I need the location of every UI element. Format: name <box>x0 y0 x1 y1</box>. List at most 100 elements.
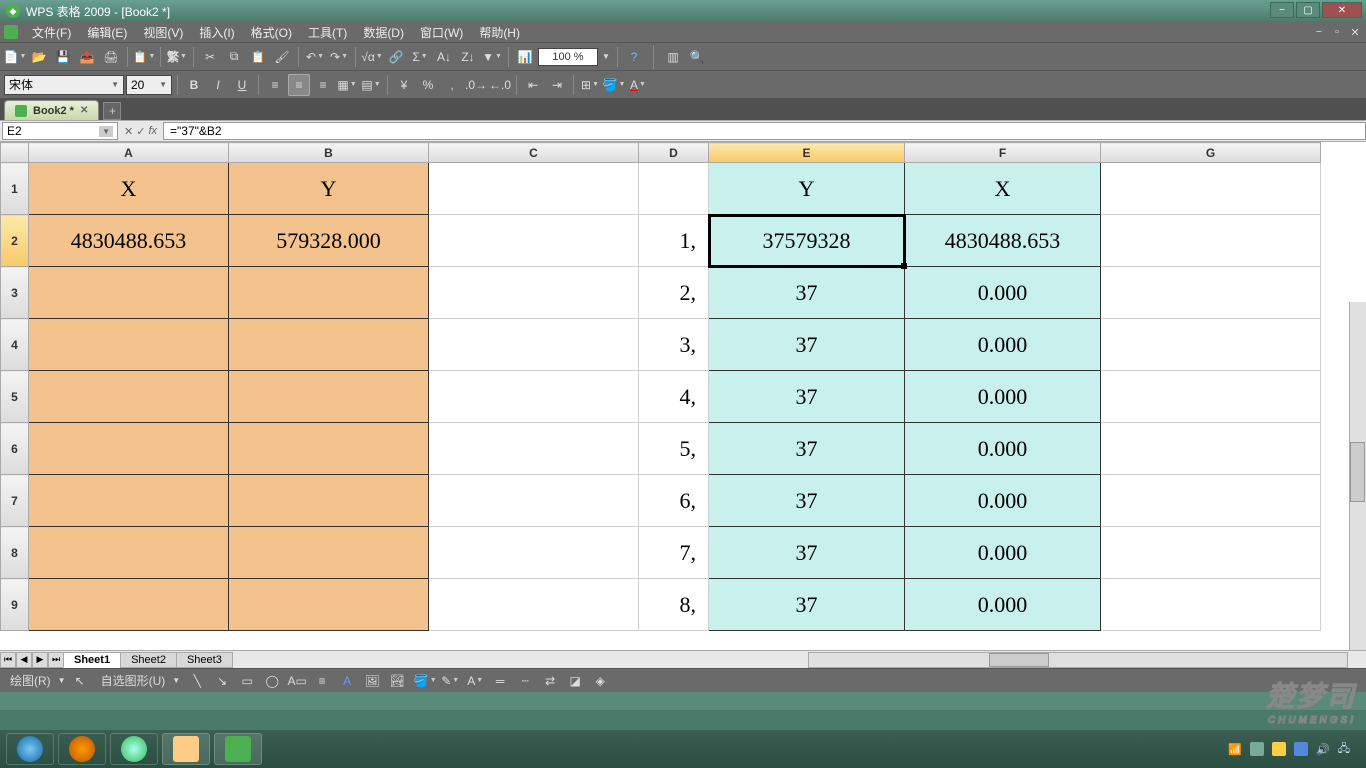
accept-formula-icon[interactable]: ✓ <box>136 125 145 138</box>
maximize-button[interactable]: ▢ <box>1296 2 1320 18</box>
increase-indent-button[interactable]: ⇥ <box>546 74 568 96</box>
dash-style-icon[interactable]: ┄ <box>514 670 536 692</box>
hyperlink-button[interactable]: 🔗 <box>385 46 407 68</box>
cell-F8[interactable]: 0.000 <box>905 527 1101 579</box>
cell-B2[interactable]: 579328.000 <box>229 215 429 267</box>
row-header-8[interactable]: 8 <box>1 527 29 579</box>
row-header-4[interactable]: 4 <box>1 319 29 371</box>
cell-G9[interactable] <box>1101 579 1321 631</box>
menu-tools[interactable]: 工具(T) <box>300 24 355 41</box>
cell-F6[interactable]: 0.000 <box>905 423 1101 475</box>
add-tab-button[interactable]: + <box>103 102 121 120</box>
export-button[interactable]: 📤 <box>76 46 98 68</box>
cell-E1[interactable]: Y <box>709 163 905 215</box>
cell-D7[interactable]: 6, <box>639 475 709 527</box>
cell-B9[interactable] <box>229 579 429 631</box>
align-right-button[interactable]: ≡ <box>312 74 334 96</box>
cell-C7[interactable] <box>429 475 639 527</box>
formula-input[interactable]: ="37"&B2 <box>163 122 1366 140</box>
namebox-drop-icon[interactable]: ▼ <box>99 126 113 137</box>
increase-decimal-button[interactable]: .0→ <box>465 74 487 96</box>
fill-shape-icon[interactable]: 🪣▼ <box>414 670 436 692</box>
cell-D6[interactable]: 5, <box>639 423 709 475</box>
font-color-button[interactable]: A▼ <box>627 74 649 96</box>
cell-A1[interactable]: X <box>29 163 229 215</box>
column-header-D[interactable]: D <box>639 143 709 163</box>
cell-C5[interactable] <box>429 371 639 423</box>
cell-F2[interactable]: 4830488.653 <box>905 215 1101 267</box>
cell-C6[interactable] <box>429 423 639 475</box>
line-icon[interactable]: ╲ <box>186 670 208 692</box>
line-style-icon[interactable]: ═ <box>489 670 511 692</box>
task-browser[interactable] <box>110 733 158 765</box>
cell-D8[interactable]: 7, <box>639 527 709 579</box>
print-button[interactable]: 🖨 <box>100 46 122 68</box>
cell-C4[interactable] <box>429 319 639 371</box>
column-header-G[interactable]: G <box>1101 143 1321 163</box>
undo-button[interactable]: ↶▼ <box>304 46 326 68</box>
cell-B4[interactable] <box>229 319 429 371</box>
tray-icon-2[interactable] <box>1272 742 1286 756</box>
paste-button[interactable]: 📋 <box>247 46 269 68</box>
cell-A5[interactable] <box>29 371 229 423</box>
italic-button[interactable]: I <box>207 74 229 96</box>
menu-insert[interactable]: 插入(I) <box>191 24 242 41</box>
cell-F7[interactable]: 0.000 <box>905 475 1101 527</box>
cell-A8[interactable] <box>29 527 229 579</box>
cell-A4[interactable] <box>29 319 229 371</box>
cell-E5[interactable]: 37 <box>709 371 905 423</box>
task-explorer[interactable] <box>162 733 210 765</box>
formula-button[interactable]: √α▼ <box>361 46 383 68</box>
cell-D1[interactable] <box>639 163 709 215</box>
textbox-icon[interactable]: A▭ <box>286 670 308 692</box>
column-header-A[interactable]: A <box>29 143 229 163</box>
cell-G5[interactable] <box>1101 371 1321 423</box>
zoom-drop-icon[interactable]: ▼ <box>600 46 612 68</box>
horizontal-scrollbar[interactable] <box>808 652 1348 668</box>
currency-button[interactable]: ¥ <box>393 74 415 96</box>
close-button[interactable]: ✕ <box>1322 2 1362 18</box>
picture-icon[interactable]: 🏞 <box>386 670 408 692</box>
draw-menu[interactable]: 绘图(R) <box>6 672 55 689</box>
column-header-C[interactable]: C <box>429 143 639 163</box>
comma-button[interactable]: , <box>441 74 463 96</box>
column-header-corner[interactable] <box>1 143 29 163</box>
task-app-1[interactable] <box>58 733 106 765</box>
oval-icon[interactable]: ◯ <box>261 670 283 692</box>
save-button[interactable]: 💾 <box>52 46 74 68</box>
bold-button[interactable]: B <box>183 74 205 96</box>
close-tab-icon[interactable]: ✕ <box>80 105 88 116</box>
column-header-E[interactable]: E <box>709 143 905 163</box>
spreadsheet-grid[interactable]: ABCDEFG1XYYX24830488.653579328.0001,3757… <box>0 142 1321 631</box>
arrow-icon[interactable]: ↘ <box>211 670 233 692</box>
menu-format[interactable]: 格式(O) <box>243 24 300 41</box>
format-painter-button[interactable]: 🖌 <box>271 46 293 68</box>
cell-G8[interactable] <box>1101 527 1321 579</box>
row-header-7[interactable]: 7 <box>1 475 29 527</box>
cell-A7[interactable] <box>29 475 229 527</box>
percent-button[interactable]: % <box>417 74 439 96</box>
next-sheet-button[interactable]: ▶ <box>32 652 48 668</box>
cell-C8[interactable] <box>429 527 639 579</box>
shadow-icon[interactable]: ◪ <box>564 670 586 692</box>
cell-F1[interactable]: X <box>905 163 1101 215</box>
cell-C9[interactable] <box>429 579 639 631</box>
cell-B6[interactable] <box>229 423 429 475</box>
3d-icon[interactable]: ◈ <box>589 670 611 692</box>
tray-icon-1[interactable] <box>1250 742 1264 756</box>
first-sheet-button[interactable]: ⏮ <box>0 652 16 668</box>
vtext-icon[interactable]: ≡ <box>311 670 333 692</box>
cell-E6[interactable]: 37 <box>709 423 905 475</box>
row-header-9[interactable]: 9 <box>1 579 29 631</box>
prev-sheet-button[interactable]: ◀ <box>16 652 32 668</box>
cell-B5[interactable] <box>229 371 429 423</box>
row-header-2[interactable]: 2 <box>1 215 29 267</box>
row-header-1[interactable]: 1 <box>1 163 29 215</box>
row-header-3[interactable]: 3 <box>1 267 29 319</box>
fx-icon[interactable]: fx <box>148 125 157 137</box>
cell-B8[interactable] <box>229 527 429 579</box>
research-button[interactable]: 🔍 <box>686 46 708 68</box>
help-button[interactable]: ? <box>623 46 645 68</box>
sort-asc-button[interactable]: A↓ <box>433 46 455 68</box>
rect-icon[interactable]: ▭ <box>236 670 258 692</box>
